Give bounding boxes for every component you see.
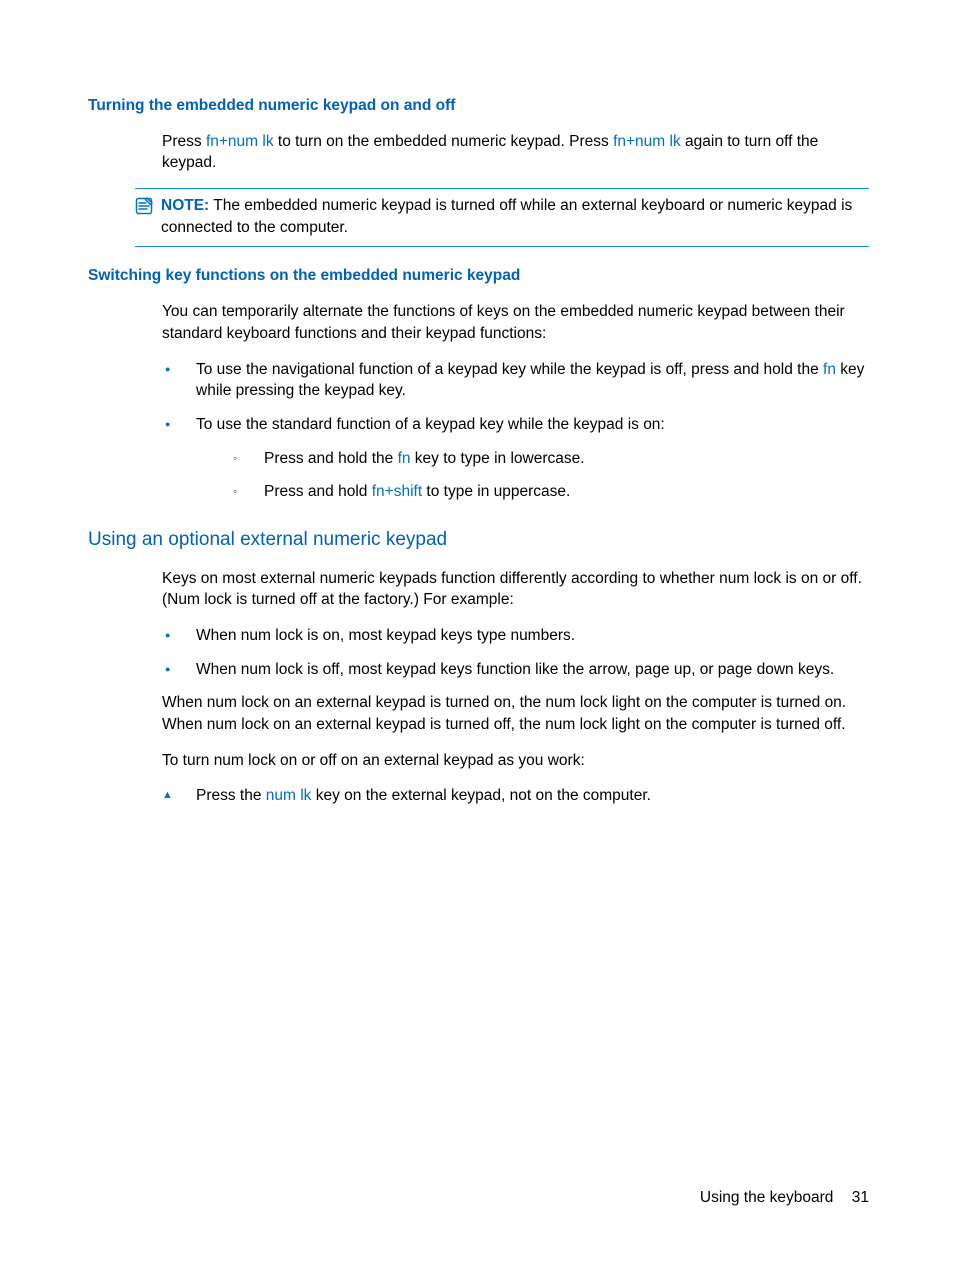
text-press-pre: Press	[162, 133, 206, 150]
sub-bullet-list: Press and hold the fn key to type in low…	[230, 448, 869, 503]
list-item: Press and hold the fn key to type in low…	[230, 448, 869, 470]
key-fnshift: fn+shift	[372, 483, 422, 500]
note-body: The embedded numeric keypad is turned of…	[161, 197, 852, 236]
note-block: NOTE: The embedded numeric keypad is tur…	[135, 188, 869, 247]
heading-external-keypad: Using an optional external numeric keypa…	[88, 527, 869, 554]
heading-turning-keypad: Turning the embedded numeric keypad on a…	[88, 95, 869, 117]
paragraph-switch-intro: You can temporarily alternate the functi…	[162, 301, 869, 344]
note-label: NOTE:	[161, 197, 209, 214]
list-item: To use the navigational function of a ke…	[162, 359, 869, 402]
page-footer: Using the keyboard 31	[700, 1187, 869, 1209]
list-item: To use the standard function of a keypad…	[162, 414, 869, 503]
key-fn-numlk-again: fn+num lk	[613, 133, 681, 150]
paragraph-ext-toggle: To turn num lock on or off on an externa…	[162, 750, 869, 772]
list-item: When num lock is on, most keypad keys ty…	[162, 625, 869, 647]
text-lower-pre: Press and hold the	[264, 450, 398, 467]
triangle-list: Press the num lk key on the external key…	[162, 785, 869, 807]
document-page: Turning the embedded numeric keypad on a…	[0, 0, 954, 807]
key-fn-numlk: fn+num lk	[206, 133, 274, 150]
paragraph-ext-light: When num lock on an external keypad is t…	[162, 692, 869, 735]
text-press-mid: to turn on the embedded numeric keypad. …	[274, 133, 613, 150]
list-item: When num lock is off, most keypad keys f…	[162, 659, 869, 681]
key-numlk: num lk	[266, 787, 312, 804]
text-lower-post: key to type in lowercase.	[411, 450, 585, 467]
footer-page-number: 31	[852, 1189, 869, 1206]
paragraph-ext-intro: Keys on most external numeric keypads fu…	[162, 568, 869, 611]
text-upper-post: to type in uppercase.	[422, 483, 570, 500]
list-item: Press and hold fn+shift to type in upper…	[230, 481, 869, 503]
key-fn: fn	[823, 361, 836, 378]
bullet-list-external: When num lock is on, most keypad keys ty…	[162, 625, 869, 680]
note-icon	[135, 197, 155, 222]
text-tri-pre: Press the	[196, 787, 266, 804]
text-std: To use the standard function of a keypad…	[196, 416, 665, 433]
bullet-list-switching: To use the navigational function of a ke…	[162, 359, 869, 503]
note-content: NOTE: The embedded numeric keypad is tur…	[161, 195, 869, 238]
heading-switching-functions: Switching key functions on the embedded …	[88, 265, 869, 287]
key-fn-lower: fn	[398, 450, 411, 467]
text-upper-pre: Press and hold	[264, 483, 372, 500]
list-item: Press the num lk key on the external key…	[162, 785, 869, 807]
text-tri-post: key on the external keypad, not on the c…	[311, 787, 651, 804]
paragraph-press-fn-numlk: Press fn+num lk to turn on the embedded …	[162, 131, 869, 174]
footer-section-title: Using the keyboard	[700, 1189, 834, 1206]
text-nav-pre: To use the navigational function of a ke…	[196, 361, 823, 378]
